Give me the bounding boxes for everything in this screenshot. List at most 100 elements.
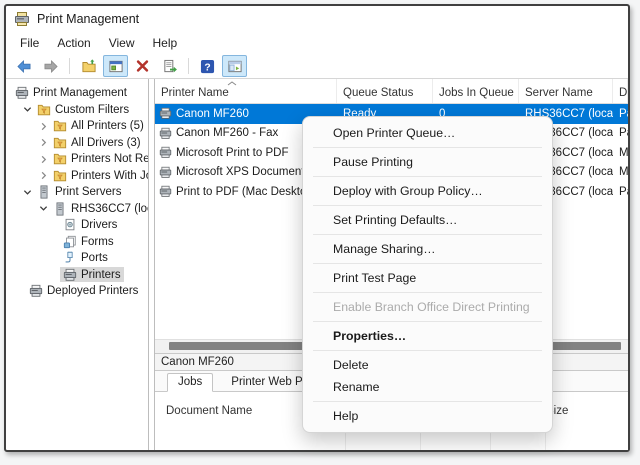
menu-item-manage-sharing[interactable]: Manage Sharing… bbox=[303, 238, 552, 260]
ports-icon bbox=[63, 251, 77, 265]
list-header: Printer Name Queue Status Jobs In Queue … bbox=[155, 79, 628, 104]
menu-separator bbox=[313, 176, 542, 177]
forward-button[interactable] bbox=[38, 55, 63, 77]
jobs-column-size[interactable]: Size bbox=[546, 392, 628, 450]
menu-bar: File Action View Help bbox=[6, 32, 628, 54]
sidebar-item-label: Deployed Printers bbox=[47, 285, 138, 297]
menu-action[interactable]: Action bbox=[48, 33, 99, 53]
menu-item-open-printer-queue[interactable]: Open Printer Queue… bbox=[303, 122, 552, 144]
column-header-driver-name[interactable]: Driver Name bbox=[613, 79, 628, 103]
driver-name: Mic bbox=[613, 147, 628, 159]
driver-name: Par bbox=[613, 108, 628, 120]
tab-jobs[interactable]: Jobs bbox=[167, 373, 213, 392]
sidebar-item-label: Ports bbox=[81, 252, 108, 264]
forward-arrow-icon bbox=[43, 59, 59, 74]
printer-context-menu: Open Printer Queue… Pause Printing Deplo… bbox=[302, 116, 553, 433]
printer-icon bbox=[159, 107, 172, 120]
sidebar-item-forms[interactable]: Forms bbox=[6, 234, 148, 251]
printer-icon bbox=[159, 146, 172, 159]
back-arrow-icon bbox=[16, 59, 32, 74]
menu-separator bbox=[313, 401, 542, 402]
column-header-jobs-in-queue[interactable]: Jobs In Queue bbox=[433, 79, 519, 103]
filter-folder-icon bbox=[53, 119, 67, 133]
sidebar-item-print-servers[interactable]: Print Servers bbox=[6, 184, 148, 201]
selected-printer-title: Canon MF260 bbox=[161, 356, 234, 368]
export-list-button[interactable] bbox=[157, 55, 182, 77]
chevron-right-icon[interactable] bbox=[36, 171, 50, 180]
column-header-printer-name[interactable]: Printer Name bbox=[155, 79, 337, 103]
chevron-right-icon[interactable] bbox=[36, 155, 50, 164]
menu-separator bbox=[313, 205, 542, 206]
sidebar-item-print-management[interactable]: Print Management bbox=[6, 85, 148, 102]
sidebar-item-printers-with-jobs[interactable]: Printers With Jobs bbox=[6, 168, 148, 185]
driver-name: Par bbox=[613, 127, 628, 139]
sidebar-item-drivers[interactable]: Drivers bbox=[6, 217, 148, 234]
sidebar-item-label: All Drivers (3) bbox=[71, 137, 141, 149]
export-list-icon bbox=[162, 59, 178, 74]
filter-folder-icon bbox=[53, 136, 67, 150]
menu-separator bbox=[313, 263, 542, 264]
printer-icon bbox=[159, 185, 172, 198]
show-window-button[interactable] bbox=[76, 55, 101, 77]
console-tree-icon bbox=[227, 59, 243, 74]
menu-separator bbox=[313, 292, 542, 293]
sidebar-item-label: Print Servers bbox=[55, 186, 121, 198]
driver-name: Mic bbox=[613, 166, 628, 178]
menu-item-pause-printing[interactable]: Pause Printing bbox=[303, 151, 552, 173]
column-header-queue-status[interactable]: Queue Status bbox=[337, 79, 433, 103]
up-folder-icon bbox=[81, 59, 97, 74]
chevron-down-icon[interactable] bbox=[20, 188, 34, 197]
menu-item-help[interactable]: Help bbox=[303, 405, 552, 427]
menu-help[interactable]: Help bbox=[144, 33, 187, 53]
window-title: Print Management bbox=[37, 12, 139, 26]
forms-icon bbox=[63, 235, 77, 249]
menu-file[interactable]: File bbox=[11, 33, 48, 53]
back-button[interactable] bbox=[11, 55, 36, 77]
menu-item-print-test-page[interactable]: Print Test Page bbox=[303, 267, 552, 289]
chevron-down-icon[interactable] bbox=[20, 105, 34, 114]
sidebar-item-ports[interactable]: Ports bbox=[6, 250, 148, 267]
sidebar-item-label: Forms bbox=[81, 236, 114, 248]
toolbar-separator bbox=[188, 58, 189, 74]
printer-name: Print to PDF (Mac Desktop) bbox=[176, 186, 317, 198]
sidebar-item-printers-not-ready[interactable]: Printers Not Ready bbox=[6, 151, 148, 168]
menu-separator bbox=[313, 321, 542, 322]
sidebar-item-label: Drivers bbox=[81, 219, 117, 231]
help-button[interactable]: ? bbox=[195, 55, 220, 77]
menu-item-delete[interactable]: Delete bbox=[303, 354, 552, 376]
driver-name: Par bbox=[613, 186, 628, 198]
chevron-down-icon[interactable] bbox=[36, 204, 50, 213]
sidebar-item-label: Printers With Jobs bbox=[71, 170, 149, 182]
menu-item-deploy-with-group-policy[interactable]: Deploy with Group Policy… bbox=[303, 180, 552, 202]
title-bar: Print Management bbox=[6, 6, 628, 32]
printer-icon bbox=[29, 284, 43, 298]
menu-item-rename[interactable]: Rename bbox=[303, 376, 552, 398]
show-hide-console-tree-button[interactable] bbox=[222, 55, 247, 77]
printer-name: Microsoft Print to PDF bbox=[176, 147, 288, 159]
sidebar-item-deployed-printers[interactable]: Deployed Printers bbox=[6, 283, 148, 300]
print-management-window: Print Management File Action View Help bbox=[4, 4, 630, 452]
delete-button[interactable] bbox=[130, 55, 155, 77]
chevron-right-icon[interactable] bbox=[36, 138, 50, 147]
app-printer-icon bbox=[14, 11, 30, 27]
chevron-right-icon[interactable] bbox=[36, 122, 50, 131]
menu-item-set-printing-defaults[interactable]: Set Printing Defaults… bbox=[303, 209, 552, 231]
sidebar-item-custom-filters[interactable]: Custom Filters bbox=[6, 102, 148, 119]
sidebar-item-all-printers[interactable]: All Printers (5) bbox=[6, 118, 148, 135]
column-header-server-name[interactable]: Server Name bbox=[519, 79, 613, 103]
console-window-button[interactable] bbox=[103, 55, 128, 77]
sidebar-item-printers[interactable]: Printers bbox=[6, 267, 148, 284]
console-window-icon bbox=[108, 59, 124, 74]
menu-view[interactable]: View bbox=[100, 33, 144, 53]
toolbar: ? bbox=[6, 54, 628, 79]
sidebar-item-label: Custom Filters bbox=[55, 104, 129, 116]
help-icon: ? bbox=[200, 59, 215, 74]
delete-x-icon bbox=[135, 59, 150, 73]
screen: Print Management File Action View Help bbox=[0, 0, 640, 465]
menu-separator bbox=[313, 350, 542, 351]
sidebar-item-rhs36cc7-local[interactable]: RHS36CC7 (local) bbox=[6, 201, 148, 218]
sidebar-item-all-drivers[interactable]: All Drivers (3) bbox=[6, 135, 148, 152]
menu-item-properties[interactable]: Properties… bbox=[303, 325, 552, 347]
printer-name: Canon MF260 - Fax bbox=[176, 127, 278, 139]
printer-icon bbox=[159, 127, 172, 140]
